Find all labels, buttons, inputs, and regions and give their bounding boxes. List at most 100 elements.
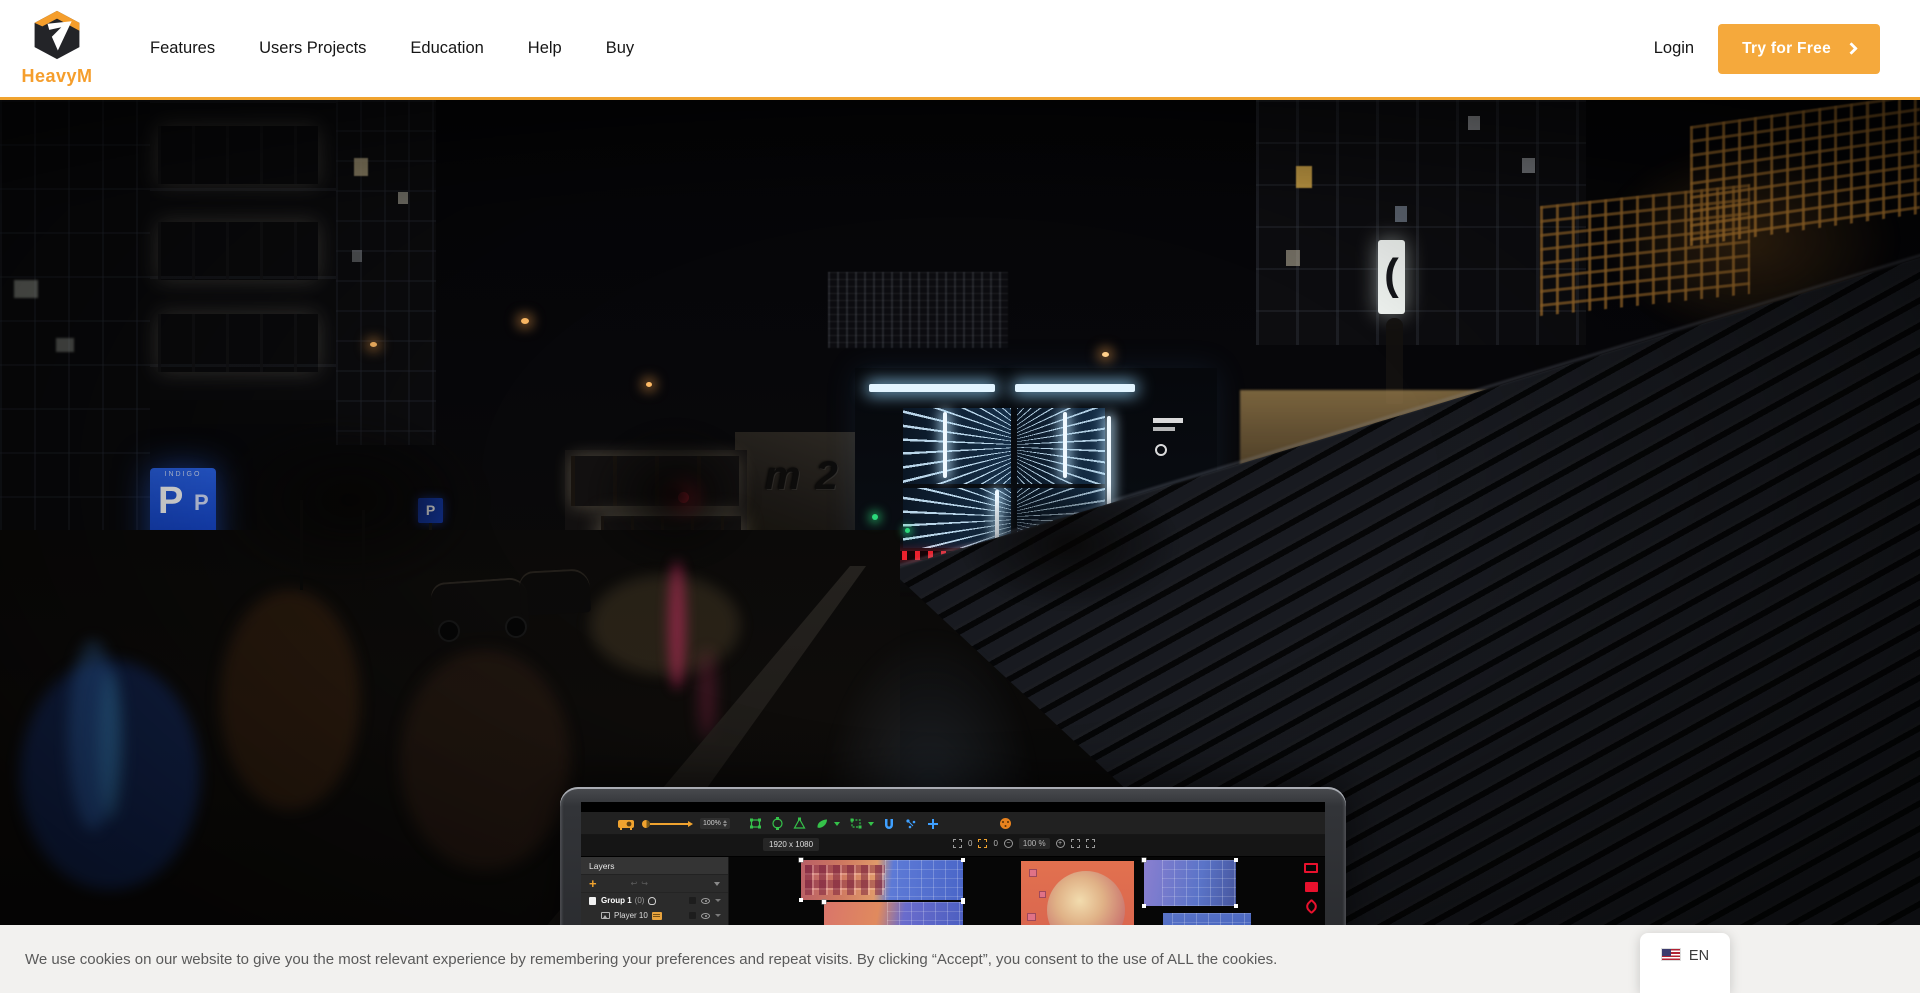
- height-handles-icon: [978, 839, 987, 848]
- us-flag-icon: [1661, 948, 1681, 961]
- lit-window: [354, 158, 368, 176]
- nav-help[interactable]: Help: [528, 39, 562, 58]
- logo-mark: [1153, 418, 1183, 423]
- site-header: HeavyM Features Users Projects Education…: [0, 0, 1920, 100]
- pan-icon: [1086, 839, 1095, 848]
- zoom-in-icon: +: [1056, 839, 1065, 848]
- surface-grid: [885, 860, 963, 900]
- layer-action-icons: ↩↪: [631, 879, 652, 888]
- toolbar-shape-group: [749, 812, 874, 835]
- building-left: [0, 100, 150, 570]
- nav-buy[interactable]: Buy: [606, 39, 634, 58]
- y-value: 0: [993, 839, 997, 848]
- scooter-silhouette: [519, 568, 591, 616]
- canvas-status-bar: 1920 x 1080 0 0 − 100 % +: [581, 835, 1325, 857]
- page: HeavyM Features Users Projects Education…: [0, 0, 1920, 993]
- reflection-warm: [220, 590, 360, 810]
- image-layer-icon: [601, 912, 610, 919]
- snap-points-icon: [905, 818, 917, 830]
- canvas-zoom-value: 100 %: [1019, 838, 1050, 849]
- language-code: EN: [1689, 948, 1709, 993]
- logo-mark: [1155, 444, 1167, 456]
- parking-letter: P: [158, 480, 183, 523]
- reflection-pink: [700, 650, 714, 740]
- dropdown-caret-icon: [868, 822, 874, 826]
- visibility-eye-icon: [701, 913, 710, 919]
- edit-pen-icon: [1303, 899, 1319, 915]
- magnet-icon: [883, 818, 895, 830]
- light-bar: [869, 384, 995, 392]
- parking-brand-text: INDIGO: [150, 471, 216, 478]
- slider-knob: [642, 820, 650, 828]
- app-toolbar: 100%: [581, 812, 1325, 835]
- layers-panel-title: Layers: [581, 857, 728, 875]
- brightness-slider: [642, 820, 693, 828]
- nav-features[interactable]: Features: [150, 39, 215, 58]
- parking-letter-small: P: [194, 490, 209, 516]
- traffic-light-green: [872, 514, 878, 520]
- office-building: [150, 100, 336, 412]
- nav-education[interactable]: Education: [410, 39, 483, 58]
- mapping-surface: [801, 860, 963, 900]
- cookie-message: We use cookies on our website to give yo…: [25, 951, 1277, 968]
- visibility-eye-icon: [701, 898, 710, 904]
- row-chevron-icon: [715, 899, 721, 902]
- lit-office-floor: [158, 222, 318, 280]
- reflection-pink: [668, 560, 686, 690]
- chevron-right-icon: [1845, 42, 1858, 55]
- add-layer-button: +: [589, 878, 597, 890]
- slider-track: [650, 823, 688, 825]
- m2-sign: m 2: [765, 454, 840, 499]
- slider-arrow: [688, 821, 693, 827]
- group-name: Group 1: [601, 896, 632, 905]
- login-link[interactable]: Login: [1654, 39, 1694, 58]
- light-tube: [1063, 412, 1067, 478]
- rectangle-tool-icon: [749, 817, 762, 830]
- outline-rect-icon: [1304, 863, 1318, 873]
- transform-tool-icon: [849, 817, 863, 830]
- midi-icon: [999, 817, 1012, 830]
- width-handles-icon: [953, 839, 962, 848]
- light-tube: [943, 412, 947, 478]
- layer-row-player: Player 10: [581, 908, 728, 923]
- solo-toggle-icon: [689, 897, 696, 904]
- group-count: (0): [635, 896, 645, 905]
- projector-icon: [617, 818, 635, 830]
- logo-mark: [1153, 427, 1175, 431]
- building-mid-left: [336, 100, 436, 445]
- triangle-tool-icon: [793, 817, 806, 830]
- filled-rect-icon: [1305, 882, 1318, 892]
- add-point-icon: [927, 818, 939, 830]
- venue-logos: [1151, 418, 1195, 478]
- light-bar: [1015, 384, 1135, 392]
- solo-toggle-icon: [689, 912, 696, 919]
- logo-text: HeavyM: [21, 66, 92, 87]
- layer-row-group: Group 1 (0): [581, 893, 728, 908]
- nav-users-projects[interactable]: Users Projects: [259, 39, 366, 58]
- zoom-out-icon: −: [1004, 839, 1013, 848]
- lit-window: [352, 250, 362, 262]
- freeform-tool-icon: [815, 817, 829, 830]
- street-lamp: [370, 342, 377, 347]
- tree-trunk: [300, 500, 303, 590]
- row-chevron-icon: [715, 914, 721, 917]
- street-lamp: [521, 318, 529, 324]
- dropdown-caret-icon: [834, 822, 840, 826]
- heavym-logo[interactable]: HeavyM: [14, 10, 100, 87]
- try-for-free-button[interactable]: Try for Free: [1718, 24, 1880, 74]
- traffic-light-green: [905, 528, 910, 533]
- toolbar-midi-group: [999, 812, 1012, 835]
- header-right: Login Try for Free: [1654, 24, 1880, 74]
- transform-controls: 0 0 − 100 % +: [953, 838, 1095, 849]
- background-towers: [828, 272, 1008, 348]
- language-selector[interactable]: EN: [1640, 933, 1730, 993]
- lit-window: [1468, 116, 1480, 130]
- lit-office-floor: [158, 314, 318, 372]
- layers-actions-row: + ↩↪: [581, 875, 728, 893]
- toolbar-snap-group: [883, 812, 939, 835]
- fit-view-icon: [1071, 839, 1080, 848]
- scooter-wheel: [505, 616, 527, 638]
- lit-window: [56, 338, 74, 352]
- toolbar-output-group: 100%: [617, 812, 730, 835]
- media-chip-icon: [652, 912, 662, 920]
